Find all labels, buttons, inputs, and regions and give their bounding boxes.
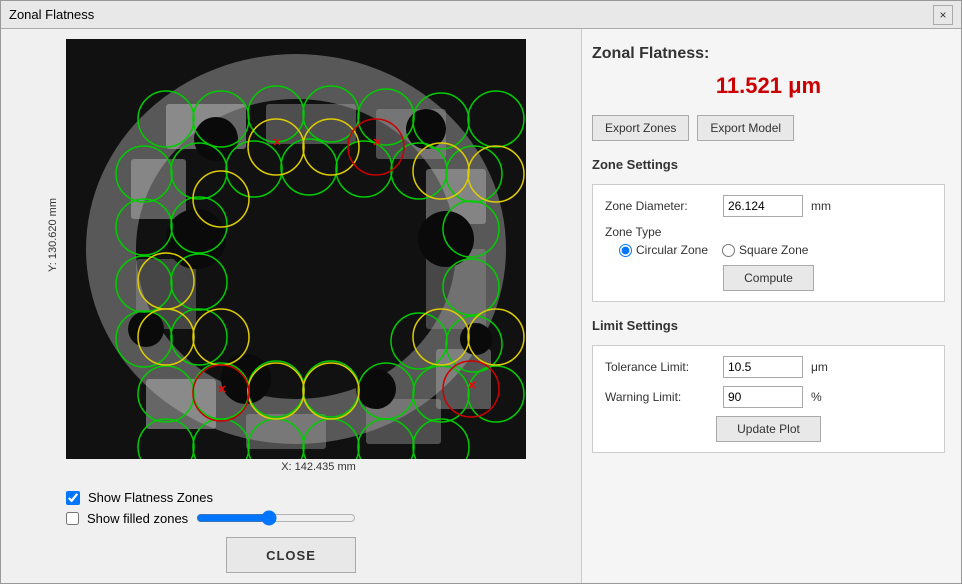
visualization-svg	[66, 39, 526, 459]
show-flatness-zones-row: Show Flatness Zones	[66, 490, 571, 505]
compute-button[interactable]: Compute	[723, 265, 814, 291]
show-filled-zones-checkbox[interactable]	[66, 512, 79, 525]
export-model-button[interactable]: Export Model	[697, 115, 794, 141]
square-zone-label: Square Zone	[739, 243, 808, 257]
zonal-flatness-value: 11.521 μm	[592, 73, 945, 99]
right-panel: Zonal Flatness: 11.521 μm Export Zones E…	[581, 29, 961, 583]
zone-type-radio-group: Circular Zone Square Zone	[605, 243, 932, 257]
tolerance-limit-label: Tolerance Limit:	[605, 360, 715, 374]
circular-zone-label: Circular Zone	[636, 243, 708, 257]
zone-diameter-input[interactable]	[723, 195, 803, 217]
show-flatness-zones-label[interactable]: Show Flatness Zones	[88, 490, 213, 505]
warning-limit-row: Warning Limit: %	[605, 386, 932, 408]
square-zone-option[interactable]: Square Zone	[722, 243, 808, 257]
show-flatness-zones-checkbox[interactable]	[66, 491, 80, 505]
warning-limit-unit: %	[811, 390, 822, 404]
content-area: Y: 130.620 mm	[1, 29, 961, 583]
close-button-row: CLOSE	[11, 537, 571, 573]
zone-diameter-unit: mm	[811, 199, 831, 213]
window-close-button[interactable]: ×	[933, 5, 953, 25]
show-filled-zones-row: Show filled zones	[66, 509, 571, 527]
tolerance-limit-input[interactable]	[723, 356, 803, 378]
limit-settings-box: Tolerance Limit: μm Warning Limit: % Upd…	[592, 345, 945, 453]
warning-limit-label: Warning Limit:	[605, 390, 715, 404]
title-bar: Zonal Flatness ×	[1, 1, 961, 29]
show-filled-zones-label[interactable]: Show filled zones	[87, 511, 188, 526]
image-canvas	[66, 39, 526, 459]
tolerance-limit-unit: μm	[811, 360, 828, 374]
canvas-area: Y: 130.620 mm	[11, 39, 571, 482]
tolerance-limit-row: Tolerance Limit: μm	[605, 356, 932, 378]
zone-settings-box: Zone Diameter: mm Zone Type Circular Zon…	[592, 184, 945, 302]
zone-diameter-label: Zone Diameter:	[605, 199, 715, 213]
warning-limit-input[interactable]	[723, 386, 803, 408]
filled-zones-slider[interactable]	[196, 509, 356, 527]
square-zone-radio[interactable]	[722, 244, 735, 257]
circular-zone-radio[interactable]	[619, 244, 632, 257]
x-axis-label: X: 142.435 mm	[66, 461, 571, 473]
zone-type-row: Zone Type	[605, 225, 932, 239]
close-button[interactable]: CLOSE	[226, 537, 356, 573]
y-axis-label: Y: 130.620 mm	[47, 198, 59, 272]
export-zones-button[interactable]: Export Zones	[592, 115, 689, 141]
zone-diameter-row: Zone Diameter: mm	[605, 195, 932, 217]
export-row: Export Zones Export Model	[592, 115, 945, 141]
zone-type-label: Zone Type	[605, 225, 715, 239]
window-title: Zonal Flatness	[9, 7, 94, 22]
update-plot-button[interactable]: Update Plot	[716, 416, 821, 442]
left-panel: Y: 130.620 mm	[1, 29, 581, 583]
zonal-flatness-title: Zonal Flatness:	[592, 45, 945, 63]
circular-zone-option[interactable]: Circular Zone	[619, 243, 708, 257]
window: Zonal Flatness × Y: 130.620 mm	[0, 0, 962, 584]
zone-settings-label: Zone Settings	[592, 157, 945, 172]
limit-settings-label: Limit Settings	[592, 318, 945, 333]
